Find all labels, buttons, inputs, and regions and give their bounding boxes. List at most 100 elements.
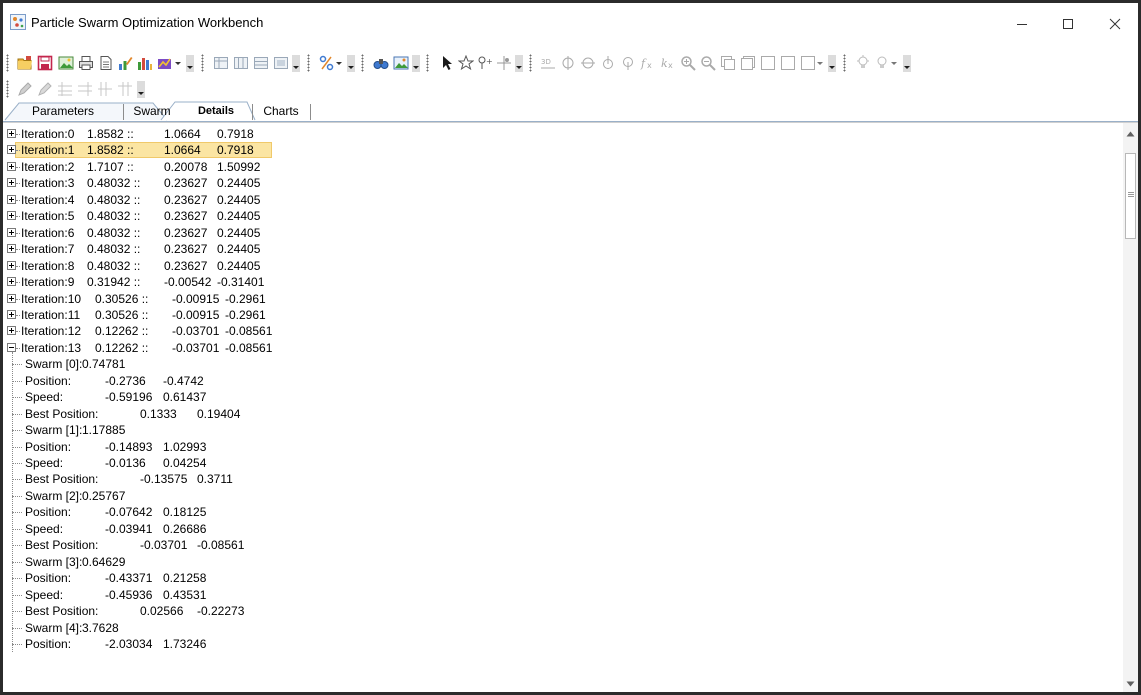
toolbar-grip[interactable] [843,54,846,72]
toolbar-overflow[interactable] [903,55,911,72]
zoom-out-icon[interactable] [700,55,716,71]
document-icon[interactable] [98,55,114,71]
percent-dropdown-icon[interactable] [319,55,343,71]
function-edit-icon[interactable]: kx [660,55,676,71]
toolbar-grip[interactable] [6,80,9,98]
tree-node-detail[interactable]: Swarm [1]: 1.17885 [3,422,403,438]
save-icon[interactable] [37,55,53,71]
lasso-icon[interactable] [458,55,474,71]
expand-icon[interactable] [7,145,16,155]
toolbar-overflow[interactable] [515,55,523,72]
close-button[interactable] [1095,9,1135,39]
tree-node-detail[interactable]: Position: -0.2736 -0.4742 [3,373,403,389]
picture-icon[interactable] [393,55,409,71]
function-icon[interactable]: fx [640,55,656,71]
zoom-in-icon[interactable] [680,55,696,71]
frame-icon[interactable] [760,55,776,71]
iteration-tree[interactable]: Iteration:0 1.8582 :: 1.0664 0.7918 Iteratio… [3,123,1121,692]
open-folder-icon[interactable] [17,55,33,71]
toolbar-overflow[interactable] [412,55,420,72]
vertical-scrollbar[interactable] [1123,123,1138,692]
tree-node-detail[interactable]: Best Position: 0.02566 -0.22273 [3,603,403,619]
lightbulb-dropdown-icon[interactable] [875,55,899,71]
tree-node-iteration[interactable]: Iteration:5 0.48032 :: 0.23627 0.24405 [3,208,403,224]
tree-node-iteration[interactable]: Iteration:4 0.48032 :: 0.23627 0.24405 [3,192,403,208]
copy-window-icon[interactable] [720,55,736,71]
expand-icon[interactable] [7,178,16,188]
chart-edit-icon[interactable] [117,55,133,71]
image-icon[interactable] [58,55,74,71]
restore-window-icon[interactable] [740,55,756,71]
pointer-icon[interactable] [439,55,455,71]
expand-icon[interactable] [7,194,16,204]
tree-node-detail[interactable]: Swarm [0]: 0.74781 [3,356,403,372]
tree-node-iteration[interactable]: Iteration:11 0.30526 :: -0.00915 -0.2961 [3,307,403,323]
expand-icon[interactable] [7,211,16,221]
tree-node-iteration[interactable]: Iteration:7 0.48032 :: 0.23627 0.24405 [3,241,403,257]
lightbulb-off-icon[interactable] [855,55,871,71]
column-merge-icon[interactable] [117,81,133,97]
tree-node-detail[interactable]: Swarm [4]: 3.7628 [3,620,403,636]
scroll-down-icon[interactable] [1126,681,1135,687]
tab-swarm[interactable]: Swarm [127,103,177,120]
tree-node-detail[interactable]: Speed: -0.03941 0.26686 [3,521,403,537]
expand-icon[interactable] [7,244,16,254]
toolbar-overflow[interactable] [137,81,145,98]
tree-node-detail[interactable]: Position: -2.03034 1.73246 [3,636,403,652]
expand-icon[interactable] [7,227,16,237]
tree-node-iteration[interactable]: Iteration:12 0.12262 :: -0.03701 -0.08561 [3,323,403,339]
rotate-left-icon[interactable] [560,55,576,71]
chart-type-dropdown-icon[interactable] [157,55,181,71]
tree-node-detail[interactable]: Speed: -0.0136 0.04254 [3,455,403,471]
toolbar-overflow[interactable] [828,55,836,72]
tab-parameters[interactable]: Parameters [25,103,101,120]
print-preview-icon[interactable] [78,55,94,71]
tree-node-detail[interactable]: Speed: -0.59196 0.61437 [3,389,403,405]
tree-node-detail[interactable]: Position: -0.07642 0.18125 [3,504,403,520]
tilt-up-icon[interactable] [600,55,616,71]
scroll-up-icon[interactable] [1126,131,1135,137]
edit-pen-icon[interactable] [17,81,33,97]
table-layout-icon[interactable] [213,55,229,71]
expand-icon[interactable] [7,309,16,319]
expand-icon[interactable] [7,161,16,171]
frame-dropdown-icon[interactable] [800,55,824,71]
zoom-axis-icon[interactable] [496,55,512,71]
table-merge-icon[interactable] [273,55,289,71]
toolbar-grip[interactable] [6,54,9,72]
toolbar-overflow[interactable] [186,55,194,72]
tree-node-detail[interactable]: Swarm [3]: 0.64629 [3,554,403,570]
tab-details[interactable]: Details [193,103,239,120]
expand-icon[interactable] [7,260,16,270]
tree-node-iteration[interactable]: Iteration:10 0.30526 :: -0.00915 -0.2961 [3,291,403,307]
binoculars-icon[interactable] [373,55,389,71]
tree-node-iteration[interactable]: Iteration:2 1.7107 :: 0.20078 1.50992 [3,159,403,175]
edit-pen-alt-icon[interactable] [37,81,53,97]
tree-node-iteration[interactable]: Iteration:8 0.48032 :: 0.23627 0.24405 [3,258,403,274]
expand-icon[interactable] [7,293,16,303]
rotate-right-icon[interactable] [580,55,596,71]
blank-frame-icon[interactable] [780,55,796,71]
maximize-button[interactable] [1048,9,1088,39]
expand-icon[interactable] [7,326,16,336]
tree-node-iteration[interactable]: Iteration:6 0.48032 :: 0.23627 0.24405 [3,225,403,241]
toolbar-grip[interactable] [307,54,310,72]
tree-node-iteration[interactable]: Iteration:3 0.48032 :: 0.23627 0.24405 [3,175,403,191]
tree-node-detail[interactable]: Best Position: 0.1333 0.19404 [3,406,403,422]
toolbar-grip[interactable] [361,54,364,72]
tree-node-detail[interactable]: Best Position: -0.03701 -0.08561 [3,537,403,553]
table-rows-icon[interactable] [253,55,269,71]
tilt-down-icon[interactable] [620,55,636,71]
toolbar-grip[interactable] [529,54,532,72]
table-columns-icon[interactable] [233,55,249,71]
tree-node-detail[interactable]: Position: -0.14893 1.02993 [3,439,403,455]
expand-icon[interactable] [7,129,16,138]
toolbar-grip[interactable] [426,54,429,72]
scrollbar-thumb[interactable] [1125,153,1136,239]
grid-add-icon[interactable] [57,81,73,97]
tree-node-iteration[interactable]: Iteration:9 0.31942 :: -0.00542 -0.31401 [3,274,403,290]
3d-view-icon[interactable]: 3D [540,55,556,71]
toolbar-grip[interactable] [201,54,204,72]
tree-node-detail[interactable]: Speed: -0.45936 0.43531 [3,587,403,603]
tree-node-iteration[interactable]: Iteration:13 0.12262 :: -0.03701 -0.08561 [3,340,403,356]
